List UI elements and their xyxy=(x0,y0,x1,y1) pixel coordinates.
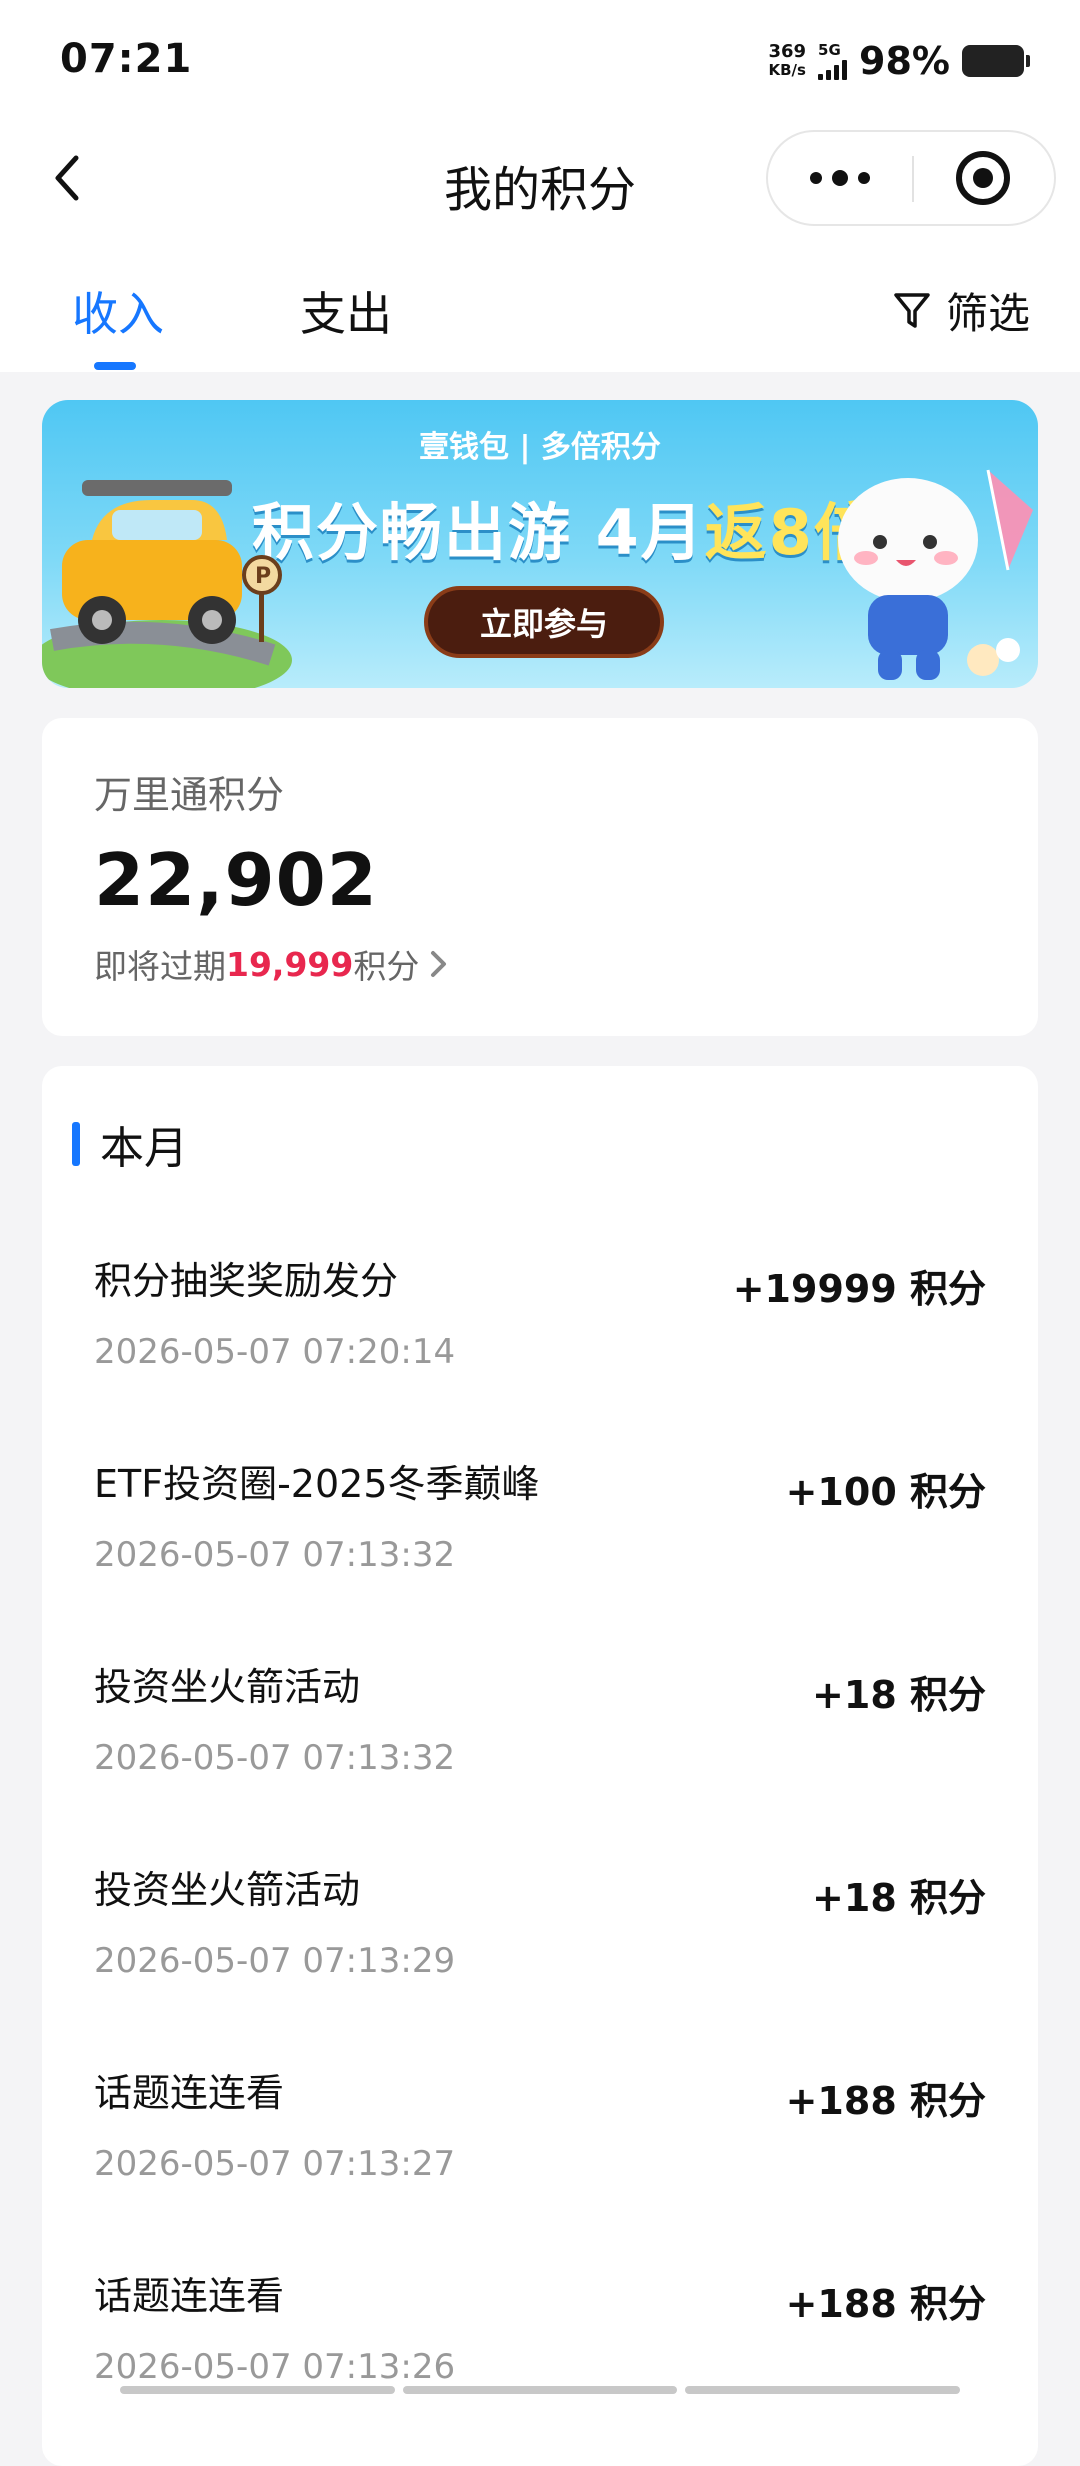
more-dots-icon xyxy=(810,172,822,184)
expire-prefix: 即将过期 xyxy=(94,947,226,986)
more-button[interactable] xyxy=(768,132,912,224)
network-type: 5G xyxy=(818,41,841,59)
record-desc: 投资坐火箭活动 xyxy=(94,1868,361,1912)
target-close-icon xyxy=(956,151,1010,205)
close-button[interactable] xyxy=(912,132,1054,224)
record-time: 2026-05-07 07:13:26 xyxy=(94,2347,456,2387)
active-tab-indicator xyxy=(94,362,136,370)
list-item[interactable]: 积分抽奖奖励发分 2026-05-07 07:20:14 +19999 积分 xyxy=(42,1250,1038,1453)
tab-income[interactable]: 收入 xyxy=(72,278,164,344)
tab-bar: 收入 支出 筛选 xyxy=(0,238,1080,372)
record-amount: +18 积分 xyxy=(812,1876,986,1920)
join-now-button[interactable]: 立即参与 xyxy=(424,586,664,658)
battery-percent: 98% xyxy=(859,39,950,83)
net-speed: 369 KB/s xyxy=(768,41,807,80)
status-indicators: 369 KB/s 5G 98% xyxy=(768,34,1030,88)
section-accent-bar xyxy=(72,1122,80,1166)
record-desc: 话题连连看 xyxy=(94,2274,285,2318)
section-title: 本月 xyxy=(100,1123,188,1174)
banner-headline-main: 积分畅出游 4月 xyxy=(252,496,705,569)
record-amount: +188 积分 xyxy=(785,2282,986,2326)
record-time: 2026-05-07 07:13:29 xyxy=(94,1941,456,1981)
promo-banner[interactable]: 壹钱包 | 多倍积分 积分畅出游 4月返8倍 立即参与 P xyxy=(42,400,1038,688)
points-label: 万里通积分 xyxy=(94,773,285,817)
record-amount: +188 积分 xyxy=(785,2079,986,2123)
record-amount: +19999 积分 xyxy=(732,1267,986,1311)
record-amount: +100 积分 xyxy=(785,1470,986,1514)
car-illustration-icon: P xyxy=(42,480,292,688)
list-item[interactable]: 话题连连看 2026-05-07 07:13:26 +188 积分 xyxy=(42,2265,1038,2466)
nav-bar: 我的积分 xyxy=(0,124,1080,238)
record-time: 2026-05-07 07:13:27 xyxy=(94,2144,456,2184)
gesture-bar xyxy=(120,2386,961,2394)
points-summary-card: 万里通积分 22,902 即将过期 19,999 积分 xyxy=(42,718,1038,1036)
expire-suffix: 积分 xyxy=(353,947,420,986)
record-time: 2026-05-07 07:13:32 xyxy=(94,1535,456,1575)
chevron-right-icon xyxy=(431,951,447,977)
status-time: 07:21 xyxy=(60,36,193,82)
filter-label: 筛选 xyxy=(945,289,1030,338)
cellular-signal: 5G xyxy=(818,41,848,80)
battery-icon xyxy=(962,45,1030,77)
section-header: 本月 xyxy=(72,1112,188,1176)
expire-amount: 19,999 xyxy=(226,944,354,984)
filter-button[interactable]: 筛选 xyxy=(892,280,1030,341)
record-desc: 积分抽奖奖励发分 xyxy=(94,1259,399,1303)
points-records-card: 本月 积分抽奖奖励发分 2026-05-07 07:20:14 +19999 积… xyxy=(42,1066,1038,2466)
status-bar: 07:21 369 KB/s 5G 98% xyxy=(0,0,1080,124)
record-amount: +18 积分 xyxy=(812,1673,986,1717)
list-item[interactable]: 投资坐火箭活动 2026-05-07 07:13:29 +18 积分 xyxy=(42,1859,1038,2062)
net-speed-unit: KB/s xyxy=(768,61,806,79)
mini-program-capsule xyxy=(766,130,1056,226)
record-desc: ETF投资圈-2025冬季巅峰 xyxy=(94,1462,540,1506)
list-item[interactable]: 投资坐火箭活动 2026-05-07 07:13:32 +18 积分 xyxy=(42,1656,1038,1859)
banner-headline: 积分畅出游 4月返8倍 xyxy=(252,482,878,572)
tab-expense[interactable]: 支出 xyxy=(300,278,392,344)
mascot-illustration-icon xyxy=(838,469,1033,680)
signal-bars-icon xyxy=(818,58,848,80)
list-item[interactable]: 话题连连看 2026-05-07 07:13:27 +188 积分 xyxy=(42,2062,1038,2265)
record-desc: 话题连连看 xyxy=(94,2071,285,2115)
list-item[interactable]: ETF投资圈-2025冬季巅峰 2026-05-07 07:13:32 +100… xyxy=(42,1453,1038,1656)
record-time: 2026-05-07 07:20:14 xyxy=(94,1332,456,1372)
funnel-icon xyxy=(894,292,930,328)
svg-text:P: P xyxy=(255,564,271,589)
net-speed-value: 369 xyxy=(768,41,807,62)
record-desc: 投资坐火箭活动 xyxy=(94,1665,361,1709)
record-time: 2026-05-07 07:13:32 xyxy=(94,1738,456,1778)
expiring-points-link[interactable]: 即将过期 19,999 积分 xyxy=(94,940,451,988)
points-total: 22,902 xyxy=(94,838,378,922)
